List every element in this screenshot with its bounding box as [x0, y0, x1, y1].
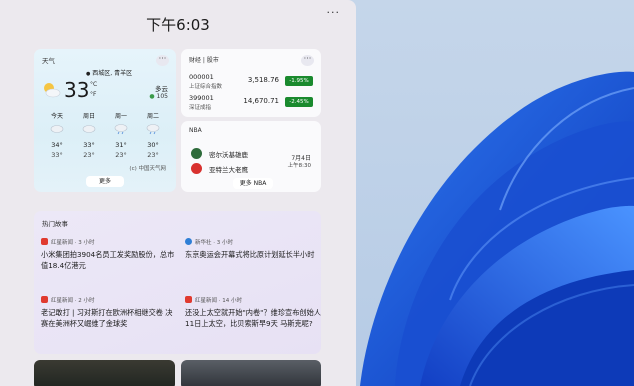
weather-location: ● 西城区, 青羊区	[86, 70, 133, 77]
news-source: 红星新闻 · 2 小时	[41, 296, 95, 304]
cloudy-icon	[50, 125, 64, 133]
stocks-more-icon[interactable]: ···	[301, 55, 314, 66]
partly-cloudy-icon	[44, 83, 61, 98]
source-icon	[41, 296, 48, 303]
stocks-card[interactable]: 财经 | 股市 ··· 000001 上证综合指数 3,518.76 -1.95…	[181, 49, 321, 117]
news-card[interactable]: 热门故事 红星新闻 · 3 小时 小米集团拍3904名员工发奖励股份，总市值18…	[34, 211, 321, 354]
stock-change-badge: -2.45%	[285, 97, 313, 107]
current-temperature: 33	[64, 78, 90, 102]
weather-title: 天气	[42, 57, 55, 65]
hawks-logo-icon	[191, 163, 202, 174]
news-headline[interactable]: 老记敢打 | 习对斯打在欧洲杯相继交卷 决赛在美洲杯又崛维了金球奖	[41, 307, 177, 329]
team-name: 亚特兰大老鹰	[209, 166, 248, 174]
news-headline[interactable]: 小米集团拍3904名员工发奖励股份，总市值18.4亿港元	[41, 249, 177, 271]
weather-more-icon[interactable]: ···	[156, 55, 169, 66]
location-pin-icon: ●	[86, 71, 91, 77]
news-headline[interactable]: 还没上太空就开始"内卷"？维珍宣布创始人11日上太空，比贝索斯早9天 马斯克呢?	[185, 307, 321, 329]
air-quality: ● 105	[149, 93, 168, 100]
news-thumbnail[interactable]	[181, 360, 321, 386]
source-icon	[185, 238, 192, 245]
news-title: 热门故事	[42, 220, 68, 228]
nba-more-button[interactable]: 更多 NBA	[233, 178, 273, 189]
nba-card[interactable]: NBA 密尔沃基雄鹿 亚特兰大老鹰 7月4日 上午8:30 更多 NBA	[181, 121, 321, 192]
news-source: 红星新闻 · 14 小时	[185, 296, 242, 304]
news-headline[interactable]: 东京奥运会开幕式将比原计划延长半小时	[185, 249, 321, 260]
rain-icon	[114, 124, 128, 135]
stock-code: 399001	[189, 94, 214, 102]
stock-name: 深证成指	[189, 105, 212, 111]
stock-value: 14,670.71	[243, 97, 279, 105]
news-thumbnail[interactable]	[34, 360, 175, 386]
source-icon	[185, 296, 192, 303]
stock-value: 3,518.76	[247, 76, 279, 84]
stock-name: 上证综合指数	[189, 84, 223, 90]
stock-change-badge: -1.95%	[285, 76, 313, 86]
team-name: 密尔沃基雄鹿	[209, 151, 248, 159]
stock-code: 000001	[189, 73, 214, 81]
game-time: 上午8:30	[287, 163, 311, 169]
news-source: 红星新闻 · 3 小时	[41, 238, 95, 246]
panel-more-button[interactable]: ···	[327, 6, 341, 19]
unit-celsius[interactable]: °C	[90, 81, 97, 88]
weather-source[interactable]: (c) 中国天气网	[129, 164, 166, 172]
leaf-icon: ●	[149, 93, 155, 100]
rain-icon	[146, 124, 160, 135]
panel-time: 下午6:03	[146, 16, 210, 34]
stocks-title: 财经 | 股市	[189, 57, 219, 64]
weather-card[interactable]: 天气 ··· ● 西城区, 青羊区 33 °C °F 多云 ● 105 今天 3…	[34, 49, 176, 192]
weather-condition: 多云	[155, 85, 168, 93]
widgets-panel: 下午6:03 ··· 天气 ··· ● 西城区, 青羊区 33 °C °F 多云…	[0, 0, 356, 386]
cloudy-icon	[82, 125, 96, 133]
unit-fahrenheit[interactable]: °F	[90, 91, 96, 98]
news-source: 新华社 · 3 小时	[185, 238, 233, 246]
source-icon	[41, 238, 48, 245]
weather-more-button[interactable]: 更多	[86, 176, 124, 187]
bucks-logo-icon	[191, 148, 202, 159]
nba-title: NBA	[189, 127, 202, 134]
